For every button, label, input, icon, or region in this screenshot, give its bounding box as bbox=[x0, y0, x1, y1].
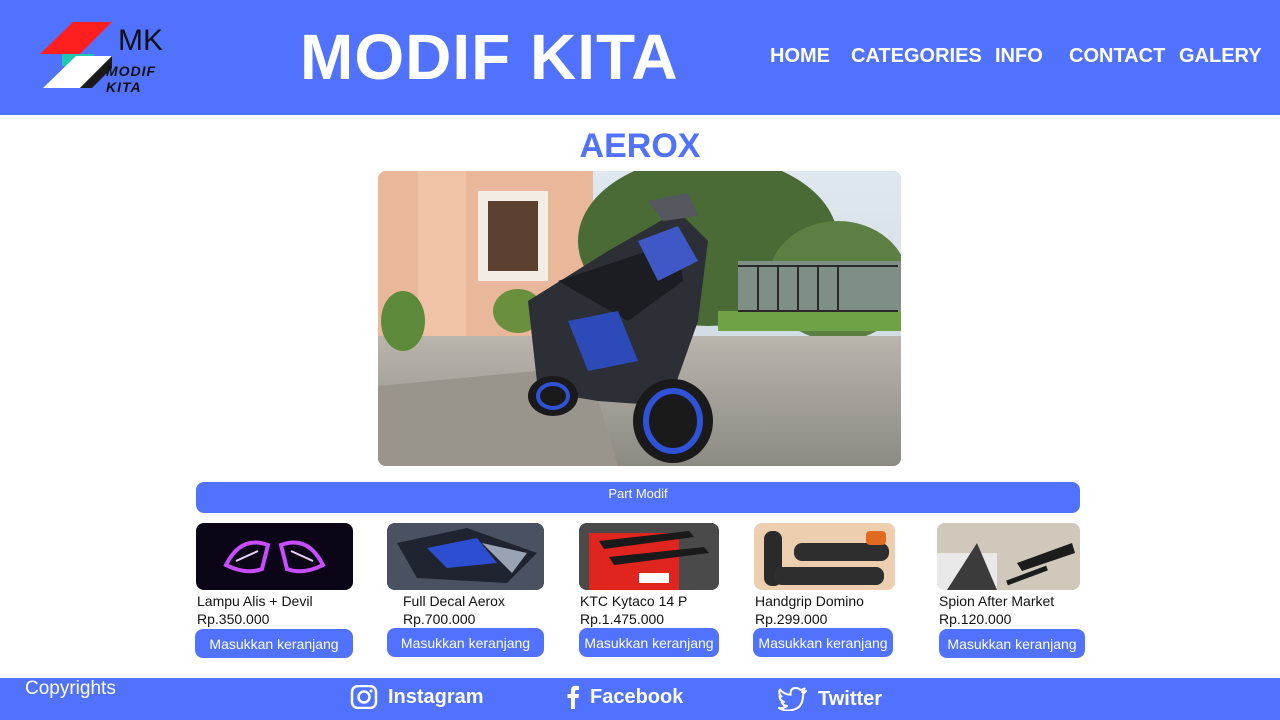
site-title: MODIF KITA bbox=[300, 21, 679, 93]
twitter-icon bbox=[778, 687, 807, 711]
product-price: Rp.1.475.000 bbox=[580, 611, 665, 627]
nav-contact[interactable]: CONTACT bbox=[1069, 44, 1165, 68]
product-image-levers[interactable] bbox=[579, 523, 719, 590]
product-name: Handgrip Domino bbox=[755, 593, 864, 609]
facebook-label: Facebook bbox=[590, 685, 684, 708]
add-to-cart-button[interactable]: Masukkan keranjang bbox=[195, 629, 353, 658]
nav-info[interactable]: INFO bbox=[995, 44, 1043, 68]
product-price: Rp.120.000 bbox=[939, 611, 1012, 627]
site-logo[interactable]: MK MODIF KITA bbox=[40, 20, 190, 95]
facebook-link[interactable]: Facebook bbox=[566, 685, 683, 709]
decal-illustration bbox=[387, 523, 544, 590]
product-image-handgrip[interactable] bbox=[754, 523, 895, 590]
product-price: Rp.700.000 bbox=[403, 611, 476, 627]
part-modif-section-bar: Part Modif bbox=[196, 482, 1080, 513]
instagram-icon bbox=[350, 685, 378, 709]
instagram-label: Instagram bbox=[388, 685, 484, 708]
page-title: AEROX bbox=[579, 127, 701, 165]
nav-categories[interactable]: CATEGORIES bbox=[851, 44, 982, 68]
add-to-cart-button[interactable]: Masukkan keranjang bbox=[387, 628, 544, 657]
facebook-icon bbox=[567, 685, 579, 709]
product-image-headlamp[interactable] bbox=[196, 523, 353, 590]
instagram-link[interactable]: Instagram bbox=[350, 685, 484, 709]
copyright-text: Copyrights bbox=[25, 678, 116, 699]
product-name: Spion After Market bbox=[939, 593, 1055, 609]
section-label: Part Modif bbox=[608, 486, 668, 501]
twitter-link[interactable]: Twitter bbox=[778, 687, 882, 711]
product-name: Full Decal Aerox bbox=[403, 593, 505, 609]
hero-illustration bbox=[378, 171, 901, 466]
logo-text: MK bbox=[118, 24, 163, 57]
add-to-cart-button[interactable]: Masukkan keranjang bbox=[939, 629, 1085, 658]
product-name: Lampu Alis + Devil bbox=[197, 593, 313, 609]
nav-galery[interactable]: GALERY bbox=[1179, 44, 1262, 68]
logo-subtext: MODIF KITA bbox=[106, 63, 157, 95]
add-to-cart-button[interactable]: Masukkan keranjang bbox=[579, 628, 719, 657]
twitter-label: Twitter bbox=[818, 687, 883, 710]
add-to-cart-button[interactable]: Masukkan keranjang bbox=[753, 628, 893, 657]
hero-motorcycle-image bbox=[378, 171, 901, 466]
product-image-decal[interactable] bbox=[387, 523, 544, 590]
product-image-mirror[interactable] bbox=[937, 523, 1080, 590]
mirror-illustration bbox=[937, 523, 1080, 590]
site-footer: Copyrights Instagram Facebook Twitter bbox=[0, 678, 1280, 720]
headlamp-illustration bbox=[223, 540, 326, 574]
product-price: Rp.299.000 bbox=[755, 611, 828, 627]
product-price: Rp.350.000 bbox=[197, 611, 270, 627]
product-name: KTC Kytaco 14 P bbox=[580, 593, 688, 609]
levers-illustration bbox=[579, 523, 719, 590]
handgrip-illustration bbox=[754, 523, 895, 590]
nav-home[interactable]: HOME bbox=[770, 44, 830, 68]
site-header: MK MODIF KITA MODIF KITA HOME CATEGORIES… bbox=[0, 0, 1280, 115]
